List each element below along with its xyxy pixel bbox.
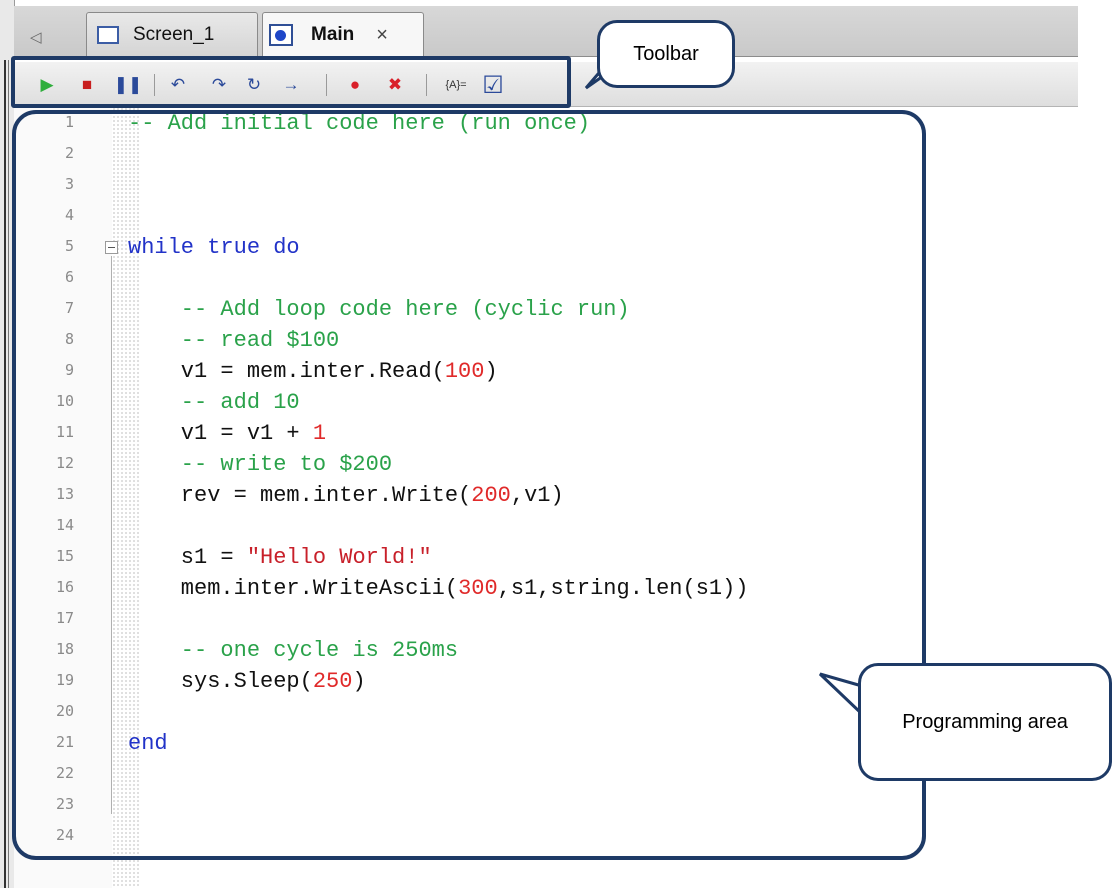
close-icon[interactable]: × bbox=[376, 24, 388, 47]
programming-area-callout: Programming area bbox=[858, 663, 1112, 781]
screen-icon bbox=[97, 26, 119, 44]
script-icon bbox=[269, 24, 293, 46]
tab-screen-1[interactable]: Screen_1 bbox=[86, 12, 258, 57]
toolbar-callout: Toolbar bbox=[597, 20, 735, 88]
toolbar-highlight-box bbox=[11, 56, 571, 108]
tab-strip: ◁ Screen_1 Main × bbox=[14, 6, 1078, 57]
frame-edge bbox=[4, 60, 6, 888]
programming-area-callout-label: Programming area bbox=[902, 710, 1068, 733]
tab-main[interactable]: Main × bbox=[262, 12, 424, 57]
toolbar-callout-label: Toolbar bbox=[633, 42, 699, 65]
tab-label: Main bbox=[311, 24, 355, 45]
frame-edge-inner bbox=[8, 60, 9, 888]
tab-label: Screen_1 bbox=[133, 24, 215, 45]
programming-area-highlight-box bbox=[12, 110, 926, 860]
tab-scroll-left-icon[interactable]: ◁ bbox=[30, 28, 42, 46]
